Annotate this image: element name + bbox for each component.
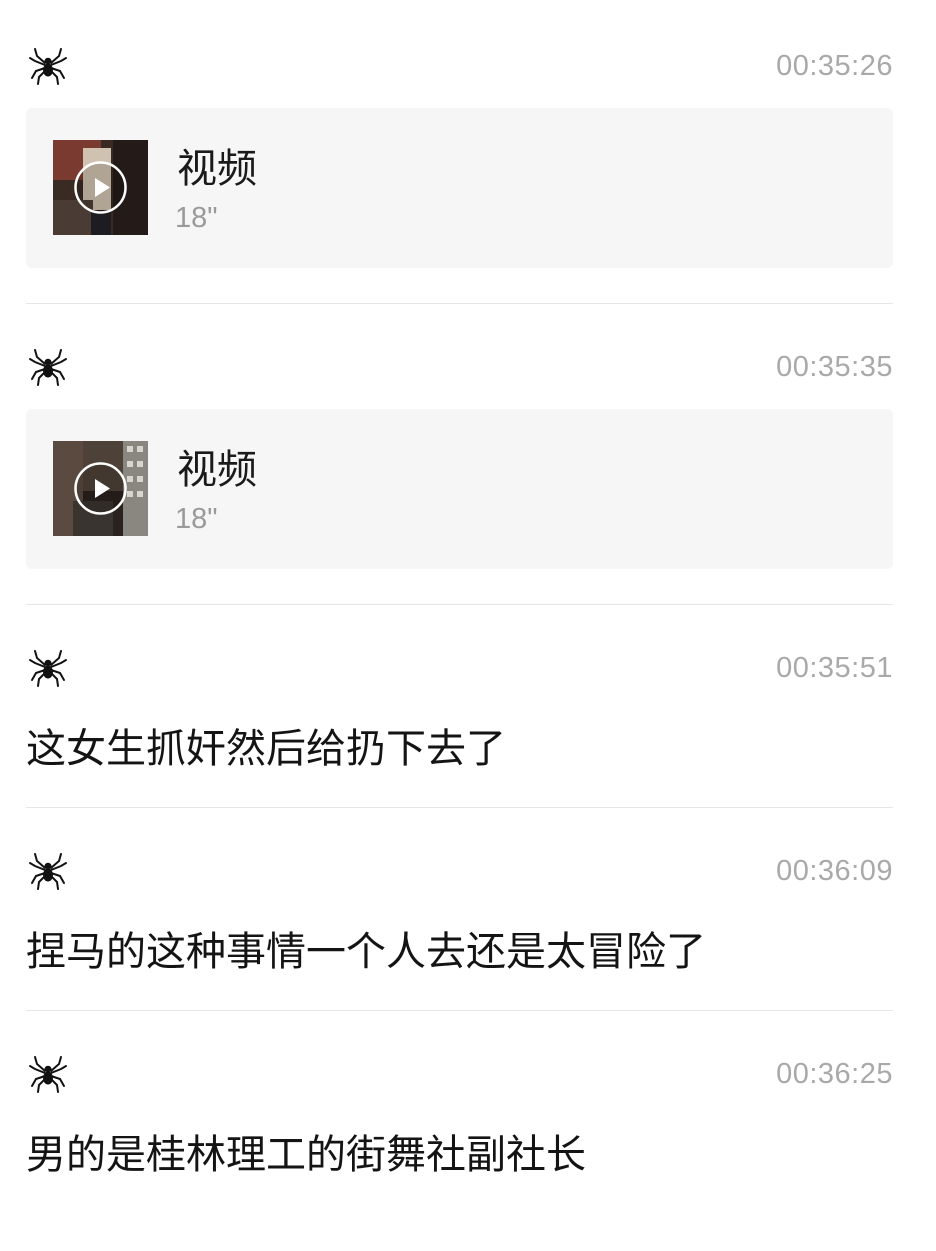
message-header: 00:35:35 [26,337,893,397]
message-header: 00:36:25 [26,1044,893,1104]
message-text[interactable]: 这女生抓奸然后给扔下去了 [26,716,506,774]
spider-icon[interactable] [28,648,68,688]
message-timestamp: 00:36:25 [776,1058,893,1090]
play-icon[interactable] [73,160,128,215]
spider-icon[interactable] [28,1054,68,1094]
divider [26,807,893,808]
spider-icon[interactable] [28,347,68,387]
video-card[interactable]: 视频 18" [26,409,893,569]
video-title: 视频 [177,447,257,493]
message-text[interactable]: 捏马的这种事情一个人去还是太冒险了 [26,919,706,977]
video-thumbnail[interactable] [53,140,148,235]
message-timestamp: 00:35:26 [776,50,893,82]
message-item: 00:35:35 视频 18" [26,337,893,569]
message-item: 00:35:26 视频 18" [26,36,893,268]
divider [26,604,893,605]
message-text[interactable]: 男的是桂林理工的街舞社副社长 [26,1122,586,1180]
message-header: 00:36:09 [26,841,893,901]
video-title: 视频 [177,146,257,192]
video-duration: 18" [175,503,218,535]
message-timestamp: 00:35:35 [776,351,893,383]
message-item: 00:36:09 捏马的这种事情一个人去还是太冒险了 [26,841,893,975]
message-item: 00:36:25 男的是桂林理工的街舞社副社长 [26,1044,893,1178]
video-thumbnail[interactable] [53,441,148,536]
spider-icon[interactable] [28,46,68,86]
message-timestamp: 00:35:51 [776,652,893,684]
video-card[interactable]: 视频 18" [26,108,893,268]
video-duration: 18" [175,202,218,234]
play-icon[interactable] [73,461,128,516]
divider [26,1010,893,1011]
divider [26,303,893,304]
message-timestamp: 00:36:09 [776,855,893,887]
message-header: 00:35:26 [26,36,893,96]
message-item: 00:35:51 这女生抓奸然后给扔下去了 [26,638,893,772]
spider-icon[interactable] [28,851,68,891]
message-header: 00:35:51 [26,638,893,698]
